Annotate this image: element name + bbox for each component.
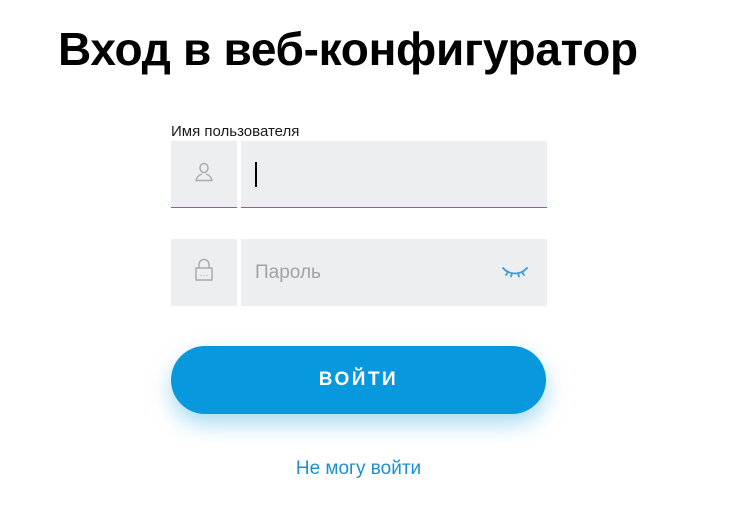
password-icon-box	[171, 239, 237, 306]
page-title: Вход в веб-конфигуратор	[58, 23, 638, 75]
login-page: Вход в веб-конфигуратор Имя пользователя	[0, 0, 732, 512]
eye-closed-icon[interactable]	[501, 261, 529, 283]
user-icon	[192, 160, 216, 189]
password-field	[171, 239, 547, 306]
login-button[interactable]: ВОЙТИ	[171, 346, 546, 414]
username-input-box	[241, 141, 547, 208]
cant-login-link[interactable]: Не могу войти	[171, 458, 546, 480]
lock-icon	[193, 257, 215, 288]
username-icon-box	[171, 141, 237, 208]
username-label: Имя пользователя	[171, 123, 300, 140]
username-field	[171, 141, 547, 208]
username-input[interactable]	[241, 141, 547, 207]
password-input-box	[241, 239, 547, 306]
text-caret	[255, 162, 257, 187]
